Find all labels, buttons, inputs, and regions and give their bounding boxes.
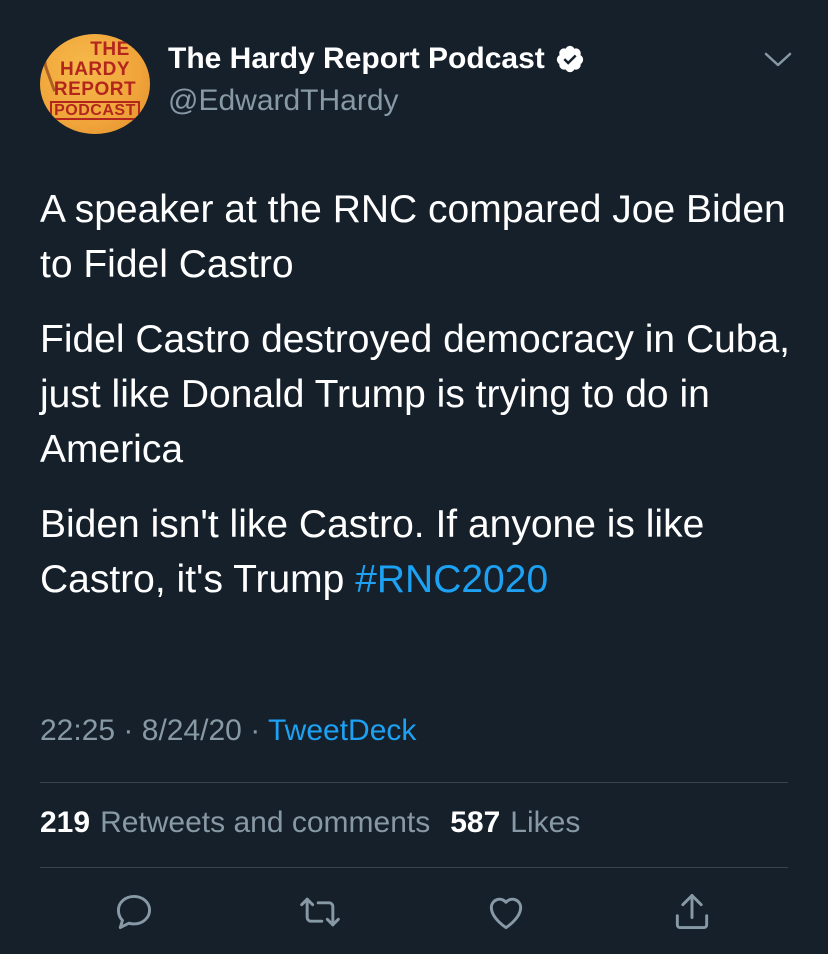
handle[interactable]: @EdwardTHardy — [168, 84, 399, 118]
avatar-logo: THE HARDY REPORT PODCAST — [40, 40, 150, 120]
tweet-text: A speaker at the RNC compared Joe Biden … — [40, 182, 800, 627]
retweets-label[interactable]: Retweets and comments — [100, 806, 430, 840]
tweet-date[interactable]: 8/24/20 — [142, 714, 242, 747]
retweet-icon[interactable] — [298, 890, 342, 934]
meta-separator: · — [123, 714, 134, 747]
reply-icon[interactable] — [112, 890, 156, 934]
name-row: The Hardy Report Podcast — [168, 42, 585, 76]
logo-line-1: THE — [90, 39, 130, 60]
likes-count[interactable]: 587 — [450, 806, 500, 840]
share-icon[interactable] — [670, 890, 714, 934]
logo-line-2: HARDY — [59, 59, 131, 80]
source-link[interactable]: TweetDeck — [268, 714, 416, 747]
tweet-paragraph: Fidel Castro destroyed democracy in Cuba… — [40, 318, 791, 471]
tweet-header: THE HARDY REPORT PODCAST The Hardy Repor… — [40, 34, 800, 134]
divider — [40, 867, 788, 868]
likes-label[interactable]: Likes — [510, 806, 580, 840]
like-icon[interactable] — [484, 890, 528, 934]
retweets-count[interactable]: 219 — [40, 806, 90, 840]
tweet-paragraph: Biden isn't like Castro. If anyone is li… — [40, 497, 800, 607]
display-name[interactable]: The Hardy Report Podcast — [168, 42, 545, 76]
hashtag-link[interactable]: #RNC2020 — [355, 558, 548, 601]
chevron-down-icon[interactable] — [760, 46, 796, 72]
action-bar — [0, 890, 828, 940]
logo-line-4: PODCAST — [50, 101, 140, 120]
tweet-paragraph: A speaker at the RNC compared Joe Biden … — [40, 188, 786, 286]
logo-line-3: REPORT — [53, 79, 137, 100]
tweet-stats: 219 Retweets and comments 587 Likes — [40, 806, 600, 840]
avatar[interactable]: THE HARDY REPORT PODCAST — [40, 34, 150, 134]
tweet-meta: 22:25 · 8/24/20 · TweetDeck — [40, 714, 416, 748]
verified-icon — [556, 45, 583, 73]
meta-separator: · — [250, 714, 261, 747]
divider — [40, 782, 788, 783]
tweet-time[interactable]: 22:25 — [40, 714, 115, 747]
